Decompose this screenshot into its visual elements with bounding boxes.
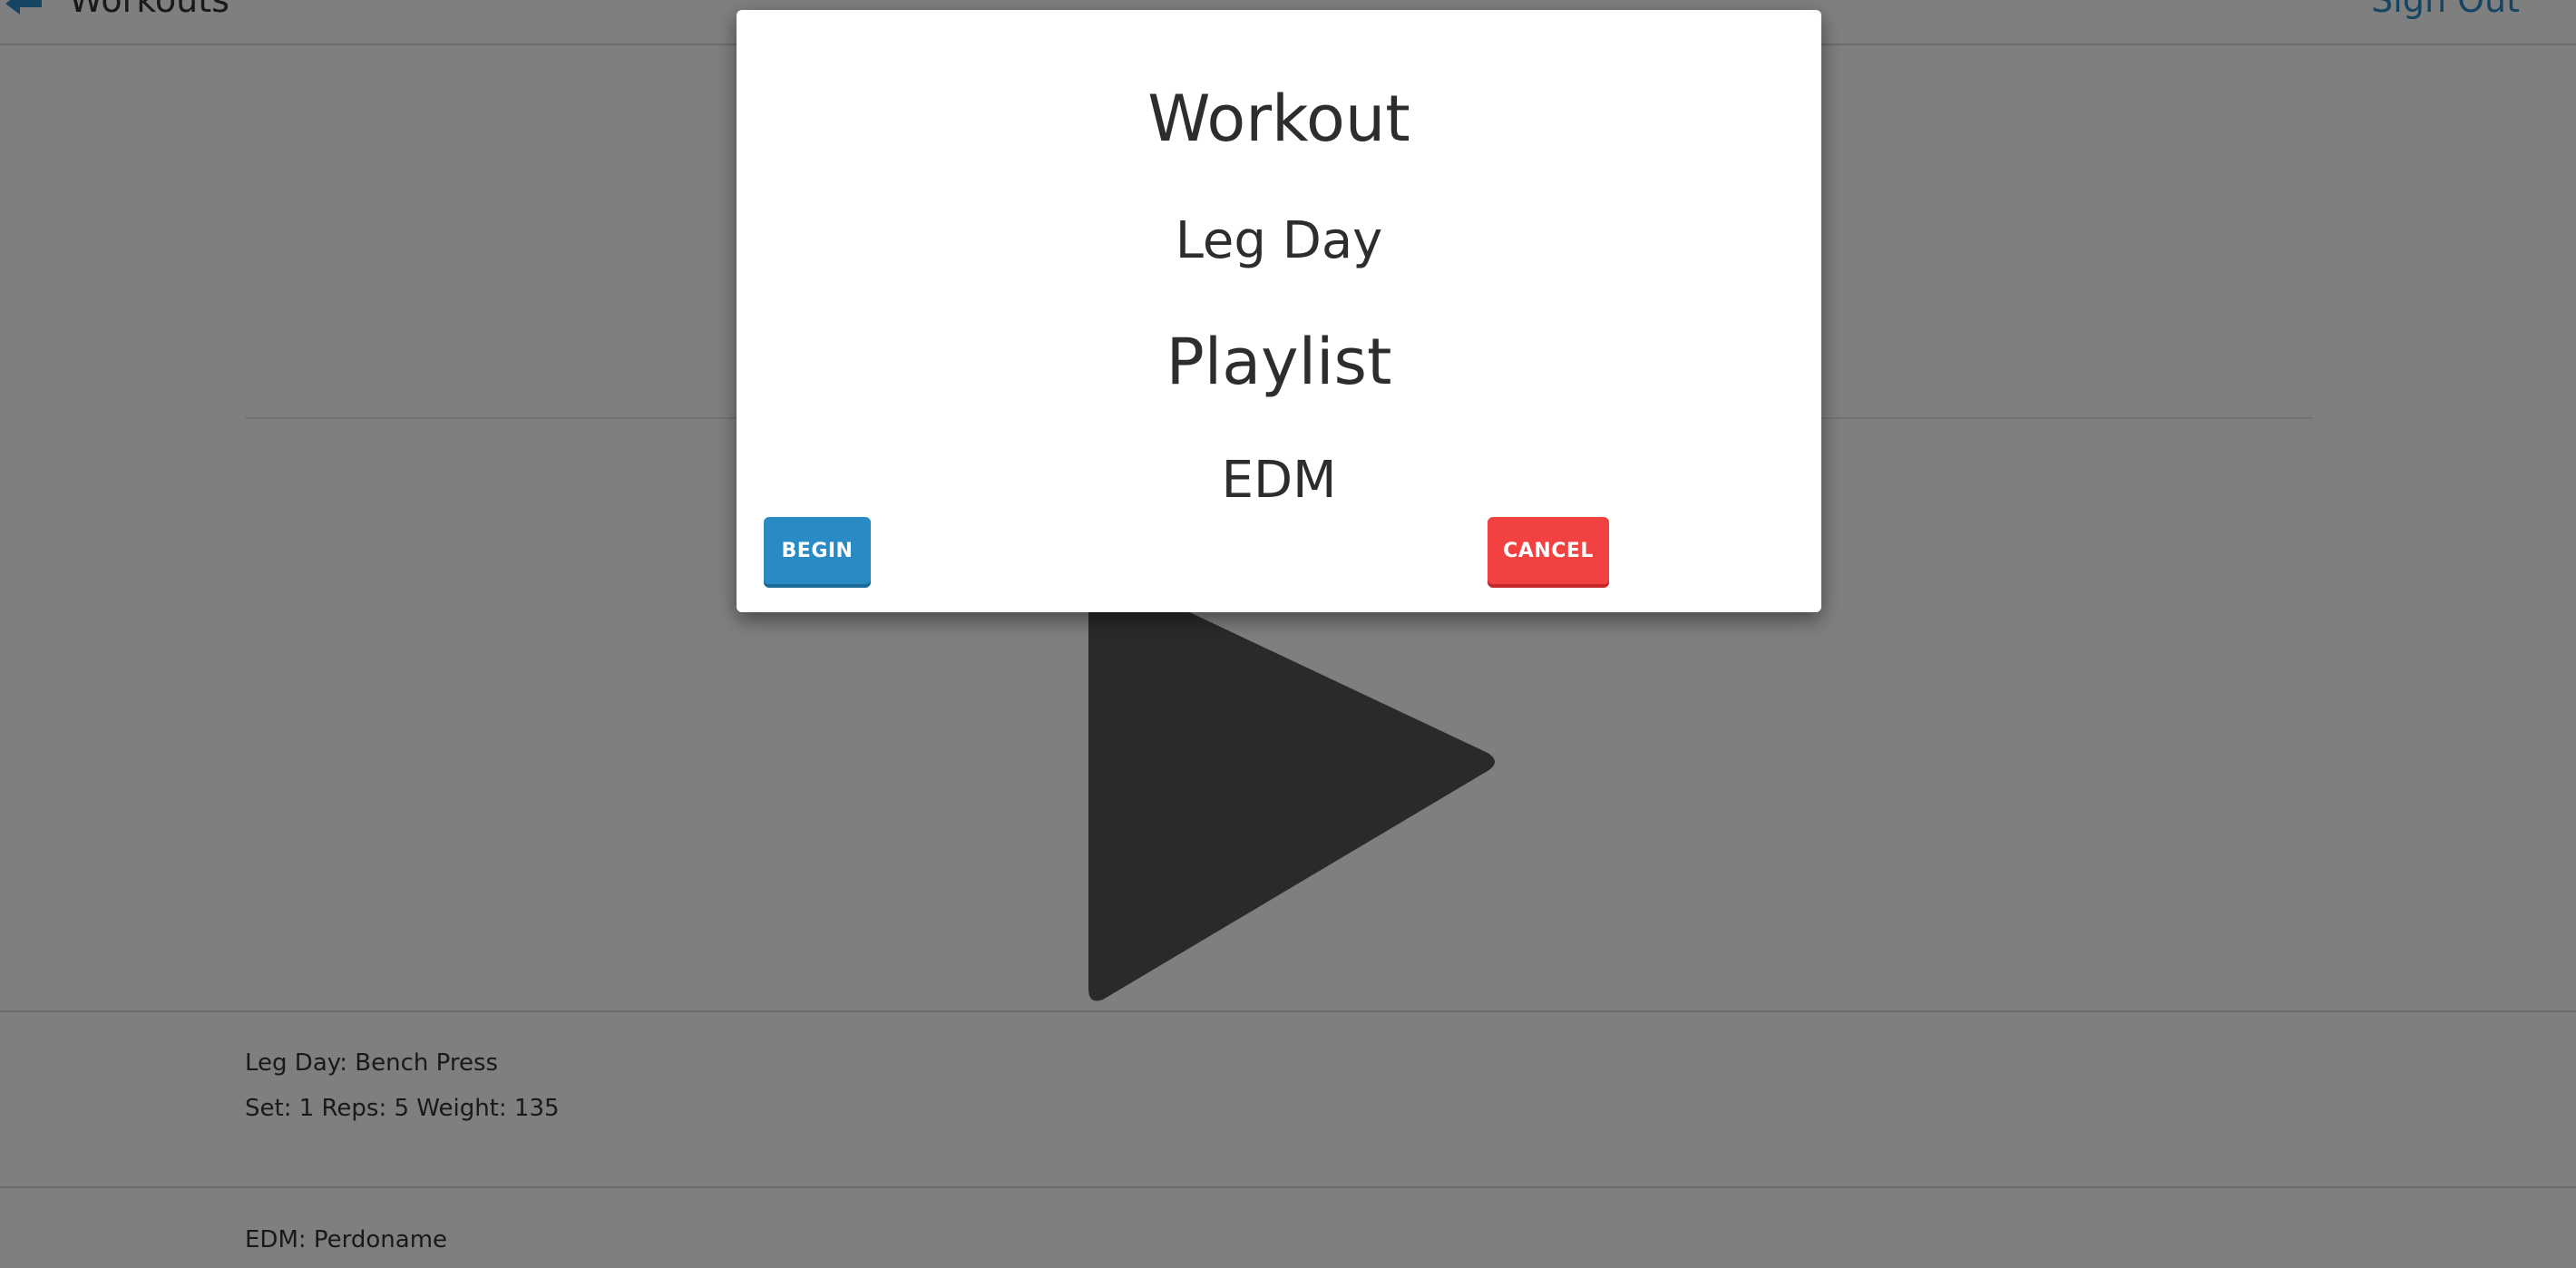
workout-player-page: Workouts Sign Out Leg Day: Bench Press S…: [0, 0, 2576, 1268]
begin-button[interactable]: BEGIN: [764, 517, 871, 584]
playlist-heading: Playlist: [1166, 325, 1392, 399]
workout-name: Leg Day: [1175, 211, 1383, 270]
playlist-name: EDM: [1221, 451, 1337, 510]
cancel-button[interactable]: CANCEL: [1488, 517, 1609, 584]
workout-heading: Workout: [1147, 82, 1410, 156]
start-workout-dialog: Workout Leg Day Playlist EDM BEGIN CANCE…: [737, 10, 1821, 612]
